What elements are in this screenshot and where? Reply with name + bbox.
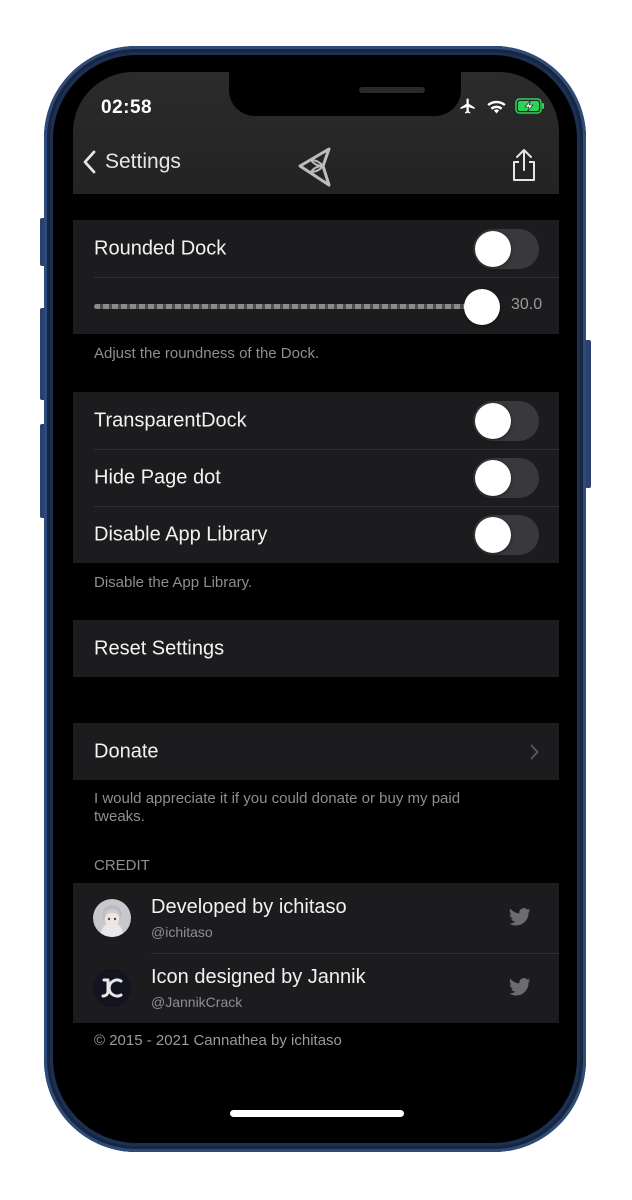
back-button-label: Settings bbox=[105, 150, 181, 173]
toggle-knob bbox=[475, 230, 511, 267]
credit-group: Developed by ichitaso @ichitaso Icon des… bbox=[73, 883, 559, 1023]
donate-row[interactable]: Donate bbox=[73, 723, 559, 780]
status-icons bbox=[458, 97, 545, 115]
battery-charging-icon bbox=[515, 98, 544, 114]
donate-footer: I would appreciate it if you could donat… bbox=[94, 790, 461, 825]
settings-list: Rounded Dock 30.0 Adjust the roundness o… bbox=[73, 194, 559, 1132]
toggles-footer: Disable the App Library. bbox=[94, 574, 253, 591]
home-indicator[interactable] bbox=[230, 1110, 404, 1117]
disable-app-library-label: Disable App Library bbox=[94, 523, 268, 545]
chevron-right-icon bbox=[530, 744, 539, 759]
dock-roundness-value: 30.0 bbox=[511, 296, 543, 313]
toggle-row-hide-page-dot: Hide Page dot bbox=[73, 449, 559, 506]
icon-designer-credit-handle: @JannikCrack bbox=[151, 994, 243, 1010]
airplane-icon bbox=[460, 98, 475, 114]
donate-label: Donate bbox=[94, 740, 159, 762]
hide-page-dot-label: Hide Page dot bbox=[94, 466, 221, 488]
rounded-dock-label: Rounded Dock bbox=[94, 237, 227, 259]
back-button[interactable]: Settings bbox=[83, 150, 181, 174]
chevron-left-icon bbox=[83, 150, 96, 174]
speaker-grille bbox=[359, 87, 425, 93]
phone-screen: 02:58 Settings Rounded Dock 30.0 Adjust … bbox=[73, 72, 559, 1132]
developer-credit-handle: @ichitaso bbox=[151, 924, 213, 940]
transparent-dock-label: TransparentDock bbox=[94, 409, 247, 431]
rounded-dock-row: Rounded Dock bbox=[73, 220, 559, 277]
wifi-icon bbox=[487, 100, 506, 114]
notch bbox=[229, 72, 461, 116]
twitter-icon bbox=[509, 978, 531, 996]
share-icon[interactable] bbox=[511, 148, 537, 182]
credit-row-developer[interactable]: Developed by ichitaso @ichitaso bbox=[73, 883, 559, 953]
reset-settings-label: Reset Settings bbox=[94, 637, 225, 659]
developer-avatar bbox=[93, 899, 131, 937]
toggle-knob bbox=[475, 516, 511, 553]
reset-settings-button[interactable]: Reset Settings bbox=[73, 620, 559, 677]
copyright-text: © 2015 - 2021 Cannathea by ichitaso bbox=[94, 1032, 342, 1049]
disable-app-library-toggle[interactable] bbox=[473, 514, 539, 555]
cannathea-logo-icon bbox=[298, 147, 331, 187]
icon-designer-credit-title: Icon designed by Jannik bbox=[151, 966, 366, 988]
credit-row-icon-designer[interactable]: Icon designed by Jannik @JannikCrack bbox=[73, 953, 559, 1023]
twitter-icon bbox=[509, 908, 531, 926]
transparent-dock-toggle[interactable] bbox=[473, 400, 539, 441]
dock-roundness-slider-row: 30.0 bbox=[73, 277, 559, 334]
developer-credit-title: Developed by ichitaso bbox=[151, 896, 347, 918]
hide-page-dot-toggle[interactable] bbox=[473, 457, 539, 498]
toggles-group: TransparentDock Hide Page dot Disable Ap… bbox=[73, 392, 559, 563]
dock-roundness-slider-thumb[interactable] bbox=[464, 289, 500, 325]
toggle-row-disable-app-library: Disable App Library bbox=[73, 506, 559, 563]
icon-designer-avatar bbox=[93, 969, 131, 1007]
credit-section-header: CREDIT bbox=[94, 857, 150, 874]
status-time: 02:58 bbox=[101, 97, 153, 118]
rounded-dock-group: Rounded Dock 30.0 bbox=[73, 220, 559, 334]
dock-roundness-slider-track[interactable] bbox=[94, 304, 484, 309]
toggle-knob bbox=[475, 402, 511, 439]
rounded-dock-toggle[interactable] bbox=[473, 228, 539, 269]
toggle-row-transparent-dock: TransparentDock bbox=[73, 392, 559, 449]
toggle-knob bbox=[475, 459, 511, 496]
rounded-dock-footer: Adjust the roundness of the Dock. bbox=[94, 345, 320, 362]
